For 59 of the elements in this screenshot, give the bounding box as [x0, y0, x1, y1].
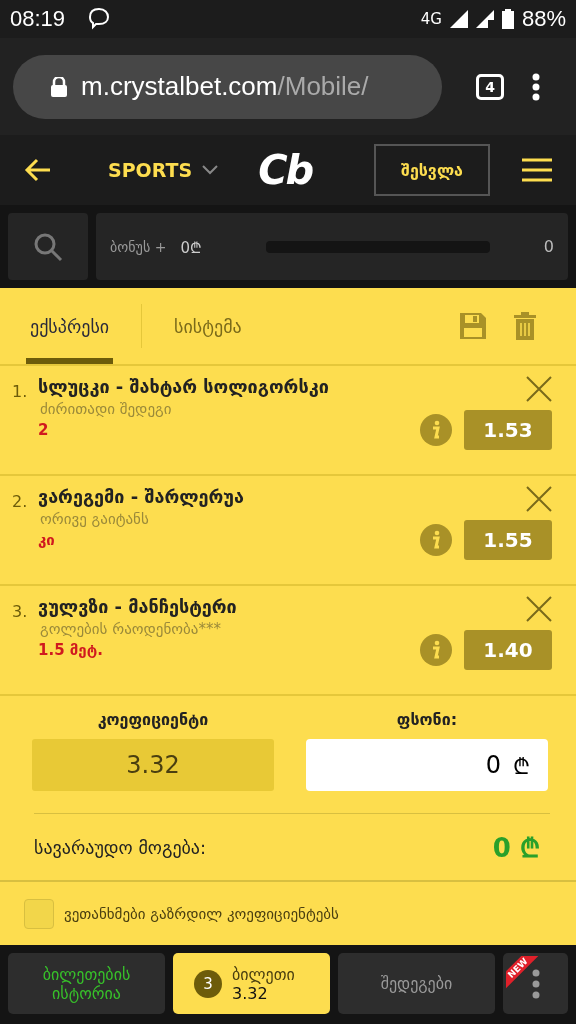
possible-win-value: 0 ₾: [492, 832, 540, 865]
market-name: გოლების რაოდენობა***: [39, 620, 222, 638]
clock: 08:19: [10, 6, 66, 32]
chat-icon: [87, 7, 112, 31]
more-icon[interactable]: [532, 72, 540, 101]
tab[interactable]: ექსპრესი: [26, 288, 114, 364]
odds-label: კოეფიციენტი: [97, 710, 209, 729]
battery-percent: 88%: [521, 6, 566, 32]
bet-number: 1.: [12, 381, 29, 403]
results-button[interactable]: შედეგები: [338, 953, 495, 1014]
odds-value: 1.53: [464, 410, 552, 450]
odds-value: 1.55: [464, 520, 552, 560]
login-button[interactable]: შესვლა: [374, 144, 490, 196]
match-name: ვულვზი - მანჩესტერი: [38, 596, 238, 617]
odds-value: 1.40: [464, 630, 552, 670]
pick-label: 1.5 მეტ.: [38, 641, 104, 659]
search-button[interactable]: [8, 213, 88, 280]
bet-number: 2.: [12, 491, 29, 513]
market-name: ძირითადი შედეგი: [39, 400, 173, 418]
address-bar[interactable]: m.crystalbet.com/Mobile/: [13, 54, 442, 119]
info-icon[interactable]: [420, 414, 452, 446]
stake-field[interactable]: 0 ₾: [306, 739, 548, 791]
info-icon[interactable]: [420, 634, 452, 666]
checkbox[interactable]: [24, 898, 54, 929]
trash-icon[interactable]: [514, 312, 536, 340]
bonus-label: ბონუს +: [110, 238, 167, 255]
market-name: ორივე გაიტანს: [39, 510, 150, 528]
match-name: ვარეგემი - შარლერუა: [38, 486, 245, 507]
match-name: სლუცკი - შახტარ სოლიგორსკი: [38, 376, 330, 397]
save-icon[interactable]: [460, 313, 486, 339]
close-icon[interactable]: [526, 486, 552, 512]
bet-number: 3.: [12, 601, 29, 623]
pick-label: 2: [38, 421, 50, 439]
stake-label: ფსონი:: [396, 710, 458, 729]
tab[interactable]: სისტემა: [170, 288, 246, 364]
bonus-amount: 0₾: [180, 237, 202, 257]
search-icon: [33, 231, 63, 262]
ticket-button[interactable]: 3 ბილეთი 3.32: [173, 953, 330, 1014]
logo[interactable]: Cb: [258, 147, 313, 193]
sports-menu[interactable]: SPORTS: [102, 158, 225, 182]
bonus-count: 0: [543, 237, 554, 256]
info-icon[interactable]: [420, 524, 452, 556]
pick-label: კი: [38, 531, 56, 549]
caret-icon: [202, 165, 219, 175]
history-button[interactable]: ბილეთების ისტორია: [8, 953, 165, 1014]
more-icon: [531, 968, 540, 999]
tab-count-button[interactable]: 4: [476, 73, 504, 100]
possible-win-label: სავარაუდო მოგება:: [34, 836, 207, 858]
signal-icon: [475, 10, 494, 28]
checkbox-label: ვეთანხმები გაზრდილ კოეფიციენტებს: [64, 904, 339, 923]
total-odds: 3.32: [32, 739, 274, 791]
close-icon[interactable]: [526, 596, 552, 622]
menu-icon[interactable]: [522, 158, 552, 182]
close-icon[interactable]: [526, 376, 552, 402]
battery-icon: [501, 9, 514, 29]
network-label: 4G: [420, 10, 442, 28]
signal-icon: [449, 10, 468, 28]
lock-icon: [51, 76, 67, 97]
back-arrow-icon[interactable]: [24, 158, 52, 182]
